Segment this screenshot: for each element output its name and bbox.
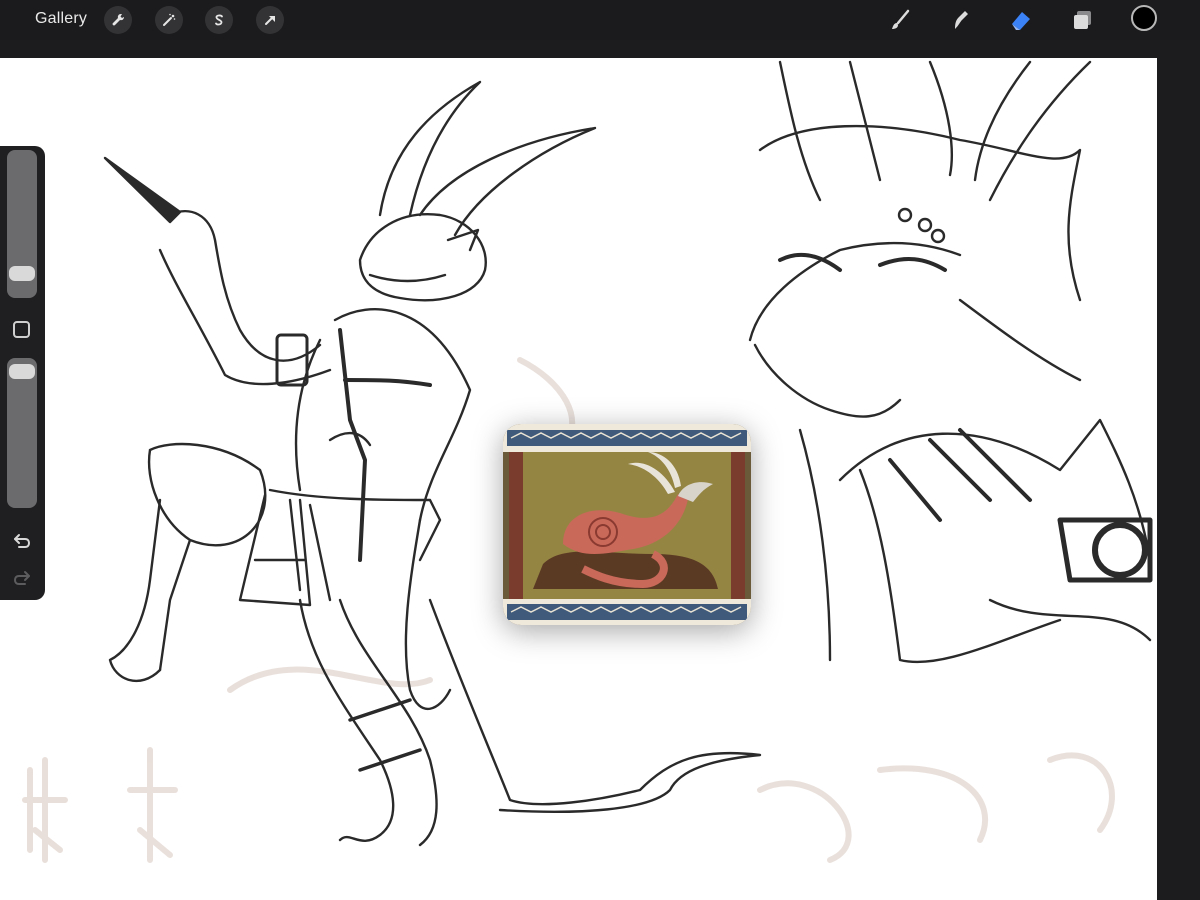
undo-icon[interactable] — [11, 529, 33, 551]
eraser-tool-button[interactable] — [1006, 5, 1036, 35]
brush-tool-button[interactable] — [886, 5, 916, 35]
layers-button[interactable] — [1068, 5, 1098, 35]
modify-button[interactable] — [13, 321, 30, 338]
brush-icon — [892, 9, 910, 29]
brush-sidebar — [0, 146, 45, 600]
smudge-tool-button[interactable] — [945, 5, 975, 35]
layers-icon — [1074, 11, 1091, 29]
eraser-icon — [1012, 12, 1030, 30]
transform-arrow-icon — [265, 16, 275, 25]
color-picker-swatch[interactable] — [1131, 5, 1157, 31]
opacity-thumb[interactable] — [9, 364, 35, 379]
smudge-icon — [955, 11, 968, 29]
actions-wrench-button[interactable] — [104, 6, 132, 34]
reference-image — [503, 424, 751, 625]
adjustments-button[interactable] — [155, 6, 183, 34]
wrench-icon — [112, 13, 125, 26]
selection-s-icon — [215, 14, 223, 26]
brush-size-thumb[interactable] — [9, 266, 35, 281]
redo-icon[interactable] — [11, 566, 33, 588]
drawing-canvas[interactable] — [0, 58, 1157, 900]
gallery-button[interactable]: Gallery — [35, 10, 87, 28]
reference-image-window[interactable] — [503, 424, 751, 625]
selection-button[interactable] — [205, 6, 233, 34]
brush-size-slider[interactable] — [7, 150, 37, 298]
top-toolbar: Gallery — [0, 0, 1200, 40]
magic-wand-icon — [163, 13, 176, 26]
transform-button[interactable] — [256, 6, 284, 34]
opacity-slider[interactable] — [7, 358, 37, 508]
